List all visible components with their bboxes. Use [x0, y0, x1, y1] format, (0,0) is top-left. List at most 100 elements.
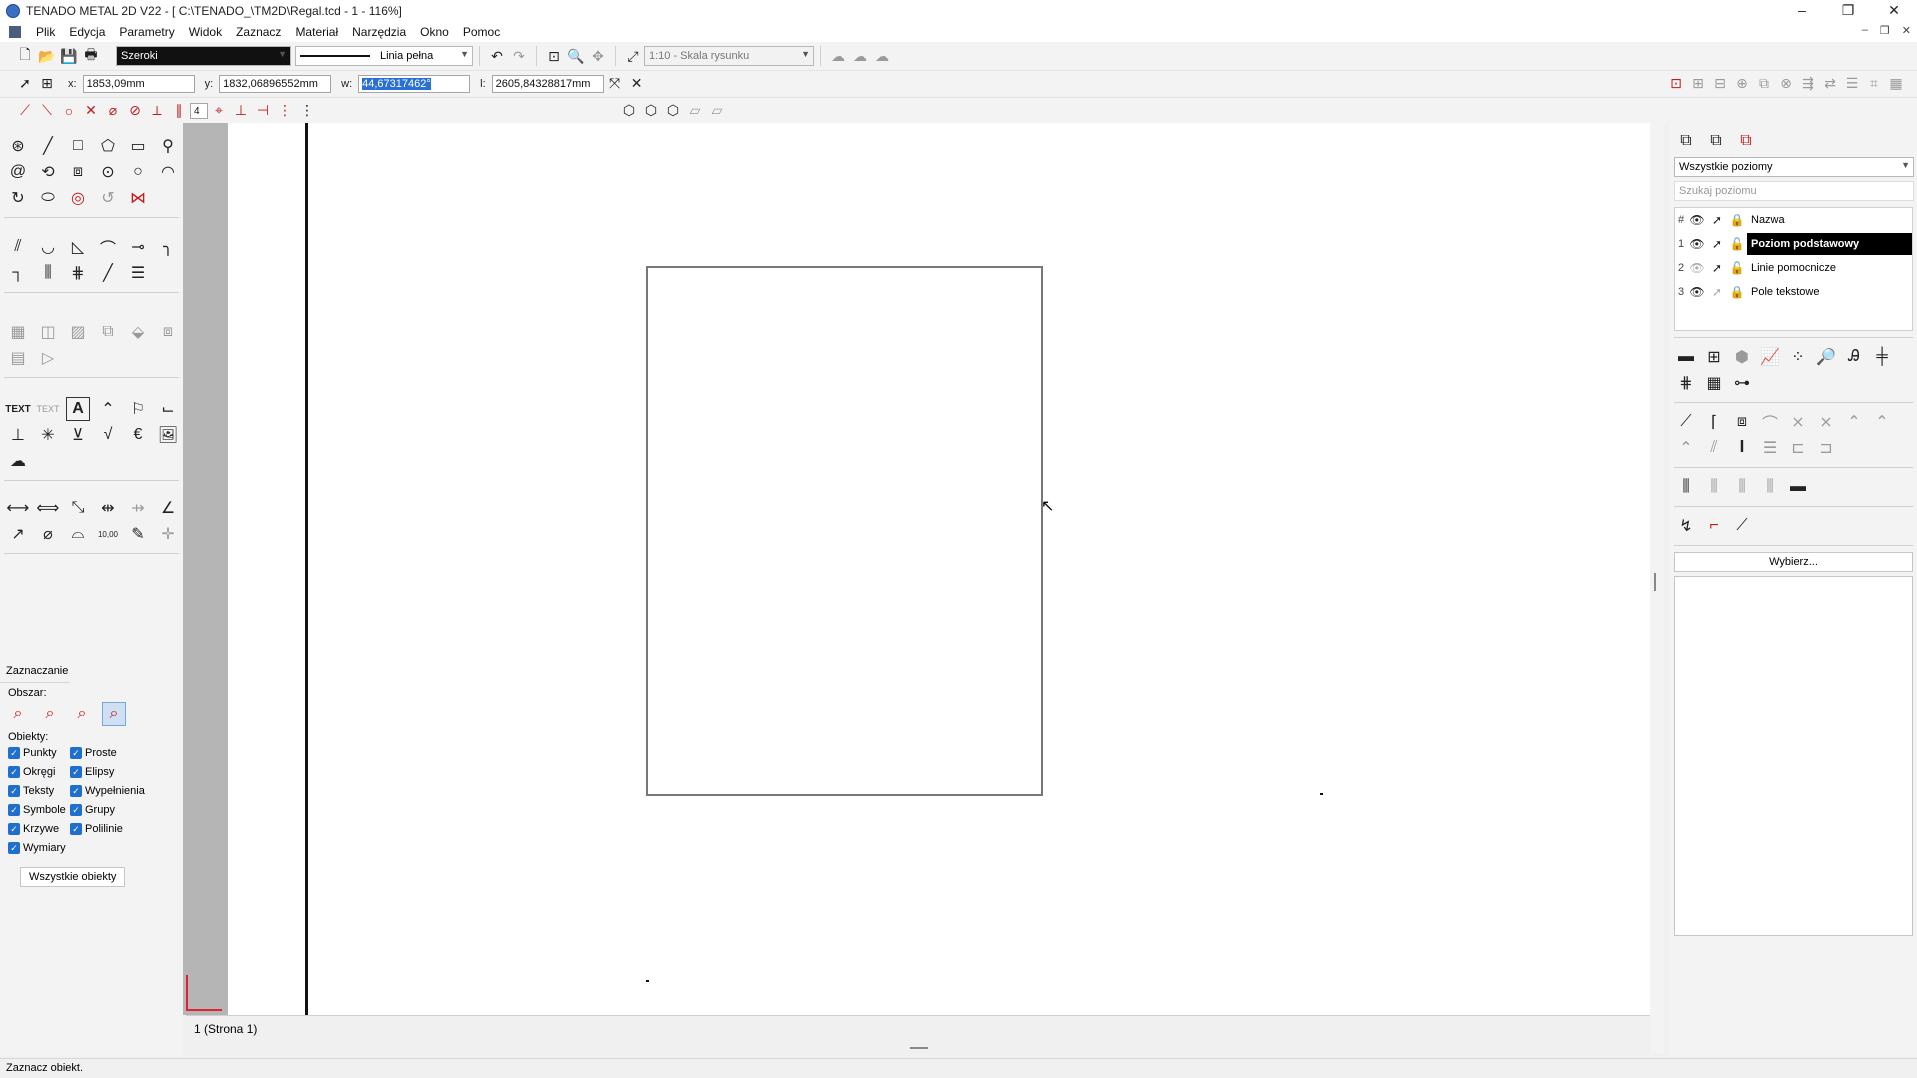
- beam-icon[interactable]: ⟋: [1674, 410, 1698, 434]
- bulb-icon[interactable]: ⚲: [156, 134, 180, 158]
- y-coordinate-input[interactable]: 1832,06896552mm: [219, 74, 332, 93]
- corner-icon[interactable]: ┐: [6, 261, 30, 285]
- choose-button[interactable]: Wybierz...: [1674, 552, 1913, 572]
- lock-icon[interactable]: 🔒: [1727, 285, 1747, 299]
- cursor-icon[interactable]: ➚: [1707, 285, 1727, 299]
- image-icon[interactable]: 🖼: [156, 423, 180, 447]
- cursor-icon[interactable]: ➚: [1707, 261, 1727, 275]
- select-area-icon-1[interactable]: ⌕: [6, 702, 30, 726]
- array-icon[interactable]: ▦: [6, 320, 30, 344]
- menu-material[interactable]: Materiał: [288, 25, 345, 39]
- 3d-view-icon-5[interactable]: ▱: [706, 100, 728, 122]
- railing-3-icon[interactable]: ⫼: [1730, 475, 1754, 499]
- part-icon[interactable]: ⬢: [1730, 345, 1754, 369]
- splitter-handle[interactable]: [1654, 573, 1656, 591]
- text-frame-tool[interactable]: A: [66, 397, 90, 421]
- zoom-window-icon[interactable]: ⊡: [543, 45, 565, 67]
- close-cross-icon[interactable]: ⤧: [604, 73, 626, 95]
- cross-brace-icon[interactable]: ⨯: [1786, 410, 1810, 434]
- snap-tangent-icon[interactable]: ⌀: [102, 100, 124, 122]
- vertical-scrollbar[interactable]: [1650, 123, 1664, 1053]
- dim-value-tool[interactable]: 10,00: [96, 522, 120, 546]
- leader-icon[interactable]: ⌃: [96, 397, 120, 421]
- search-text-icon[interactable]: 🔎: [1814, 345, 1838, 369]
- checkbox-wypelnienia[interactable]: ✓ Wypełnienia: [70, 783, 160, 798]
- roughness-icon[interactable]: √: [96, 423, 120, 447]
- mdi-minimize-button[interactable]: –: [1862, 24, 1868, 37]
- stairs-icon[interactable]: ⌗: [1863, 73, 1885, 95]
- dim-diameter-icon[interactable]: ⌀: [36, 522, 60, 546]
- unlock-icon[interactable]: 🔓: [1727, 237, 1747, 251]
- multi-line-icon[interactable]: ☰: [126, 261, 150, 285]
- lines-icon[interactable]: ☰: [1758, 436, 1782, 460]
- dim-arc-icon[interactable]: ⌓: [66, 522, 90, 546]
- box-profile-icon[interactable]: ⧈: [1730, 410, 1754, 434]
- select-frame-icon[interactable]: ⊡: [1665, 73, 1687, 95]
- zoom-icon[interactable]: 🔍: [565, 45, 587, 67]
- block-icon[interactable]: ⧈: [156, 320, 180, 344]
- move-element-icon[interactable]: ⇶: [1797, 73, 1819, 95]
- arc-3pt-icon[interactable]: ↻: [6, 186, 30, 210]
- snap-point-icon[interactable]: ⌖: [208, 100, 230, 122]
- snap-grid-icon[interactable]: ⋮: [274, 100, 296, 122]
- coordinate-icon[interactable]: ⊥: [6, 423, 30, 447]
- rotate-rect-icon[interactable]: ⟲: [36, 160, 60, 184]
- parallel-icon[interactable]: ⫽: [6, 235, 30, 259]
- menu-okno[interactable]: Okno: [413, 25, 456, 39]
- checkbox-wymiary[interactable]: ✓ Wymiary: [8, 840, 70, 855]
- chamfer-icon[interactable]: ◺: [66, 235, 90, 259]
- profile-cut-icon[interactable]: ⌐: [1702, 514, 1726, 538]
- snap-perpendicular-icon[interactable]: ⟂: [146, 100, 168, 122]
- levels-select[interactable]: Wszystkie poziomy ▼: [1674, 157, 1914, 177]
- point-icon[interactable]: ⊛: [6, 134, 30, 158]
- menu-edycja[interactable]: Edycja: [62, 25, 112, 39]
- text-replace-icon[interactable]: Ꭿ: [1842, 345, 1866, 369]
- round-corner-icon[interactable]: ╮: [156, 235, 180, 259]
- layer-delete-icon[interactable]: ⧉: [1734, 129, 1758, 153]
- layer-row[interactable]: 2 👁 ➚ 🔓 Linie pomocnicze: [1675, 256, 1912, 280]
- menu-narzedzia[interactable]: Narzędzia: [345, 25, 413, 39]
- snap-ortho-icon[interactable]: ⊥: [230, 100, 252, 122]
- hatch-lines-icon[interactable]: ⫼: [36, 261, 60, 285]
- snap-line-icon[interactable]: ⟋: [14, 100, 36, 122]
- pan-icon[interactable]: ✥: [587, 45, 609, 67]
- redo-icon[interactable]: ↷: [508, 45, 530, 67]
- copy-element-icon[interactable]: ⧉: [1753, 73, 1775, 95]
- snap-intersection-icon[interactable]: ✕: [80, 100, 102, 122]
- railing-icon[interactable]: ⫼: [1674, 475, 1698, 499]
- fill-icon[interactable]: ⬙: [126, 320, 150, 344]
- tangent-line-icon[interactable]: ⊸: [126, 235, 150, 259]
- menu-widok[interactable]: Widok: [182, 25, 229, 39]
- cancel-icon[interactable]: ✕: [626, 73, 648, 95]
- dim-edit-icon[interactable]: ✎: [126, 522, 150, 546]
- i-beam-icon[interactable]: 𝐈: [1730, 436, 1754, 460]
- fillet-icon[interactable]: ⌒: [96, 235, 120, 259]
- scale-icon[interactable]: ⤢: [622, 45, 644, 67]
- cursor-icon[interactable]: ➚: [1707, 237, 1727, 251]
- measure-icon[interactable]: ╪: [1870, 345, 1894, 369]
- truss-icon[interactable]: ⨯: [1814, 410, 1838, 434]
- surface-icon[interactable]: ⊻: [66, 423, 90, 447]
- holes-icon[interactable]: ⁘: [1786, 345, 1810, 369]
- maximize-button[interactable]: ❐: [1825, 0, 1871, 22]
- undo-icon[interactable]: ↶: [486, 45, 508, 67]
- minimize-button[interactable]: –: [1779, 0, 1825, 22]
- profile-icon[interactable]: ▬: [1674, 345, 1698, 369]
- checkbox-okregi[interactable]: ✓ Okręgi: [8, 764, 70, 779]
- drawn-rectangle[interactable]: [646, 266, 1043, 796]
- checkbox-polilinie[interactable]: ✓ Polilinie: [70, 821, 160, 836]
- eye-icon[interactable]: 👁: [1687, 237, 1707, 251]
- unlock-icon[interactable]: 🔓: [1727, 261, 1747, 275]
- grid-view-icon[interactable]: ▦: [1885, 73, 1907, 95]
- scale-select[interactable]: 1:10 - Skala rysunku ▼: [644, 46, 814, 66]
- snap-off-icon[interactable]: ⊣: [252, 100, 274, 122]
- close-button[interactable]: ✕: [1871, 0, 1917, 22]
- weld-icon[interactable]: ⌙: [156, 397, 180, 421]
- circle-icon[interactable]: ○: [126, 160, 150, 184]
- save-icon[interactable]: 💾: [58, 45, 80, 67]
- ce-mark-icon[interactable]: €: [126, 423, 150, 447]
- line-width-select[interactable]: Szeroki ▼: [116, 46, 291, 66]
- dim-baseline-icon[interactable]: ⇹: [96, 496, 120, 520]
- bend-icon[interactable]: ↯: [1674, 514, 1698, 538]
- eye-icon[interactable]: 👁: [1687, 261, 1707, 275]
